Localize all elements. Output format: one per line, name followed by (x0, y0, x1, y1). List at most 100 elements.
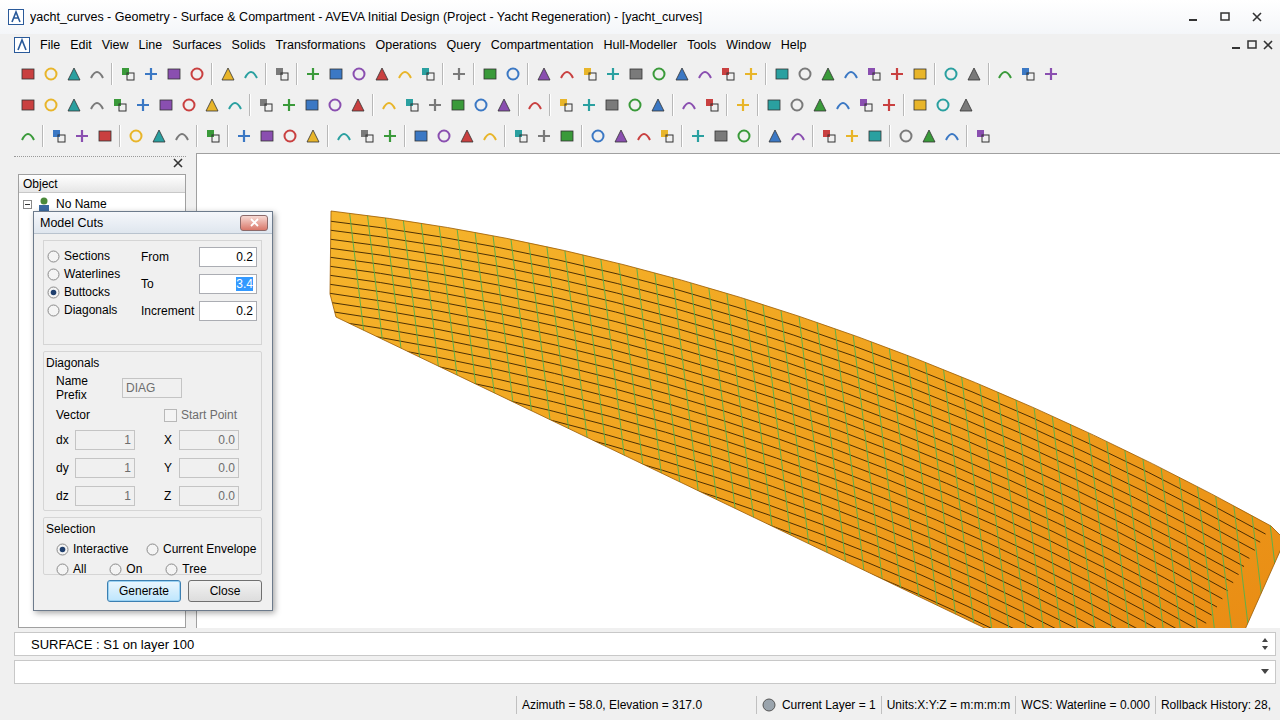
toolbar-button[interactable] (139, 63, 162, 85)
menu-item[interactable]: Tools (687, 36, 716, 54)
toolbar-button[interactable] (716, 63, 739, 85)
toolbar-button[interactable] (478, 125, 501, 147)
toolbar-button[interactable] (416, 63, 439, 85)
toolbar-button[interactable] (609, 125, 632, 147)
command-input[interactable] (14, 660, 1276, 684)
radio-icon[interactable] (56, 563, 69, 576)
toolbar-button[interactable] (93, 125, 116, 147)
toolbar-button[interactable] (423, 94, 446, 116)
vector-input[interactable]: 1 (75, 486, 135, 506)
dialog-button[interactable]: Close (188, 580, 262, 602)
toolbar-button[interactable] (70, 125, 93, 147)
menu-item[interactable]: Operations (375, 36, 436, 54)
range-input[interactable]: 0.2 (199, 301, 257, 321)
toolbar-button[interactable] (709, 125, 732, 147)
start-input[interactable]: 0.0 (179, 458, 239, 478)
toolbar-button[interactable] (200, 94, 223, 116)
panel-grip[interactable] (14, 156, 186, 168)
toolbar-button[interactable] (931, 94, 954, 116)
toolbar-button[interactable] (447, 63, 470, 85)
toolbar-button[interactable] (301, 125, 324, 147)
toolbar-button[interactable] (509, 125, 532, 147)
dialog-button[interactable]: Generate (107, 580, 181, 602)
toolbar-button[interactable] (647, 63, 670, 85)
toolbar-button[interactable] (492, 94, 515, 116)
menu-item[interactable]: Window (726, 36, 770, 54)
toolbar-button[interactable] (378, 125, 401, 147)
vector-input[interactable]: 1 (75, 430, 135, 450)
radio-icon[interactable] (47, 304, 60, 317)
toolbar-button[interactable] (300, 94, 323, 116)
toolbar-button[interactable] (255, 125, 278, 147)
toolbar-button[interactable] (377, 94, 400, 116)
selection-radio[interactable]: Tree (165, 562, 206, 576)
toolbar-button[interactable] (270, 63, 293, 85)
toolbar-button[interactable] (908, 94, 931, 116)
toolbar-button[interactable] (332, 125, 355, 147)
menu-item[interactable]: File (40, 36, 60, 54)
radio-icon[interactable] (56, 543, 69, 556)
range-input[interactable]: 0.2 (199, 247, 257, 267)
menu-item[interactable]: Compartmentation (491, 36, 594, 54)
toolbar-button[interactable] (624, 63, 647, 85)
toolbar-button[interactable] (478, 63, 501, 85)
toolbar-button[interactable] (355, 125, 378, 147)
panel-close-icon[interactable] (172, 158, 184, 168)
toolbar-button[interactable] (116, 63, 139, 85)
dialog-title-bar[interactable]: Model Cuts (34, 212, 272, 234)
toolbar-button[interactable] (62, 63, 85, 85)
toolbar-button[interactable] (808, 94, 831, 116)
close-icon[interactable] (1251, 12, 1263, 22)
maximize-icon[interactable] (1219, 12, 1231, 22)
toolbar-button[interactable] (108, 94, 131, 116)
toolbar-button[interactable] (917, 125, 940, 147)
vector-input[interactable]: 1 (75, 458, 135, 478)
selection-radio[interactable]: Interactive (56, 542, 146, 556)
menu-item[interactable]: Hull-Modeller (603, 36, 677, 54)
toolbar-button[interactable] (201, 125, 224, 147)
hull-surface[interactable] (197, 154, 1280, 628)
toolbar-button[interactable] (577, 94, 600, 116)
toolbar-button[interactable] (62, 94, 85, 116)
toolbar-button[interactable] (162, 63, 185, 85)
toolbar-button[interactable] (739, 63, 762, 85)
selection-radio[interactable]: All (56, 562, 86, 576)
toolbar-button[interactable] (732, 125, 755, 147)
toolbar-button[interactable] (446, 94, 469, 116)
toolbar-button[interactable] (532, 63, 555, 85)
start-input[interactable]: 0.0 (179, 430, 239, 450)
mdi-close-icon[interactable] (1262, 40, 1274, 50)
toolbar-button[interactable] (854, 94, 877, 116)
toolbar-button[interactable] (147, 125, 170, 147)
toolbar-button[interactable] (840, 125, 863, 147)
toolbar-button[interactable] (501, 63, 524, 85)
toolbar-button[interactable] (432, 125, 455, 147)
toolbar-button[interactable] (993, 63, 1016, 85)
toolbar-button[interactable] (646, 94, 669, 116)
toolbar-button[interactable] (277, 94, 300, 116)
toolbar-button[interactable] (469, 94, 492, 116)
toolbar-button[interactable] (954, 94, 977, 116)
toolbar-button[interactable] (170, 125, 193, 147)
toolbar-button[interactable] (409, 125, 432, 147)
toolbar-button[interactable] (700, 94, 723, 116)
toolbar-button[interactable] (939, 63, 962, 85)
toolbar-button[interactable] (347, 63, 370, 85)
scroll-arrows-icon[interactable] (1261, 637, 1269, 651)
cut-type-radio[interactable]: Buttocks (47, 285, 141, 299)
toolbar-button[interactable] (763, 125, 786, 147)
toolbar-button[interactable] (324, 63, 347, 85)
toolbar-button[interactable] (47, 125, 70, 147)
toolbar-button[interactable] (16, 63, 39, 85)
toolbar-button[interactable] (554, 94, 577, 116)
toolbar-button[interactable] (586, 125, 609, 147)
toolbar-button[interactable] (278, 125, 301, 147)
minimize-button[interactable] (1178, 8, 1208, 26)
close-button[interactable] (1242, 8, 1272, 26)
toolbar-button[interactable] (770, 63, 793, 85)
cut-type-radio[interactable]: Sections (47, 249, 141, 263)
toolbar-button[interactable] (223, 94, 246, 116)
checkbox-icon[interactable] (164, 409, 177, 422)
toolbar-button[interactable] (301, 63, 324, 85)
toolbar-button[interactable] (862, 63, 885, 85)
